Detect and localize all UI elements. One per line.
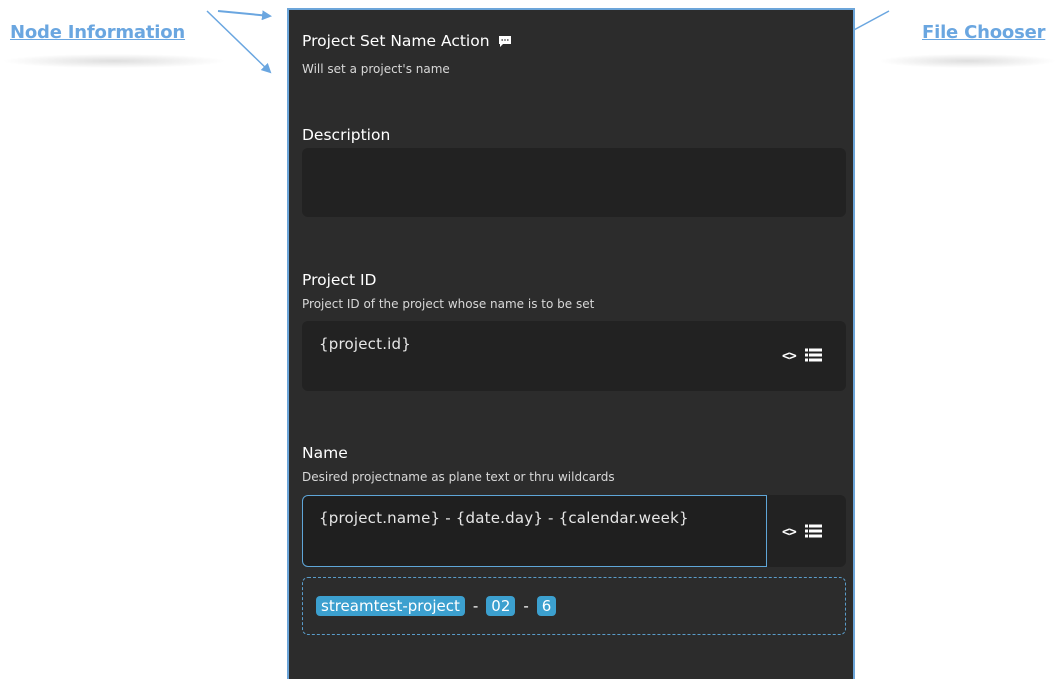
- description-input[interactable]: [302, 148, 846, 217]
- node-title-row: Project Set Name Action: [302, 32, 512, 50]
- preview-chip: 6: [536, 596, 557, 616]
- project-id-tools: <>: [782, 347, 822, 366]
- node-title: Project Set Name Action: [302, 32, 490, 50]
- project-id-value: {project.id}: [319, 335, 412, 353]
- name-tools: <>: [782, 523, 822, 542]
- code-icon[interactable]: <>: [782, 525, 797, 540]
- node-settings-panel: Project Set Name Action Will set a proje…: [287, 8, 855, 679]
- arrow-to-title: [217, 10, 272, 21]
- project-id-input[interactable]: {project.id} <>: [302, 321, 846, 391]
- name-label: Name: [302, 444, 348, 462]
- preview-chip: 02: [486, 596, 516, 616]
- name-field: {project.name} - {date.day} - {calendar.…: [302, 495, 846, 567]
- name-preview: streamtest-project - 02 - 6: [302, 577, 846, 635]
- code-icon[interactable]: <>: [782, 349, 797, 364]
- comment-icon[interactable]: [498, 35, 512, 48]
- project-id-label: Project ID: [302, 271, 377, 289]
- name-input[interactable]: {project.name} - {date.day} - {calendar.…: [302, 495, 767, 567]
- project-id-help: Project ID of the project whose name is …: [302, 297, 595, 311]
- name-value: {project.name} - {date.day} - {calendar.…: [319, 509, 689, 527]
- preview-separator: -: [472, 597, 479, 615]
- preview-separator: -: [523, 597, 529, 615]
- preview-chip: streamtest-project: [316, 596, 465, 616]
- arrow-to-subtitle: [206, 10, 272, 74]
- description-label: Description: [302, 126, 391, 144]
- node-subtitle: Will set a project's name: [302, 62, 450, 76]
- list-icon[interactable]: [804, 347, 822, 366]
- name-help: Desired projectname as plane text or thr…: [302, 470, 615, 484]
- list-icon[interactable]: [804, 523, 822, 542]
